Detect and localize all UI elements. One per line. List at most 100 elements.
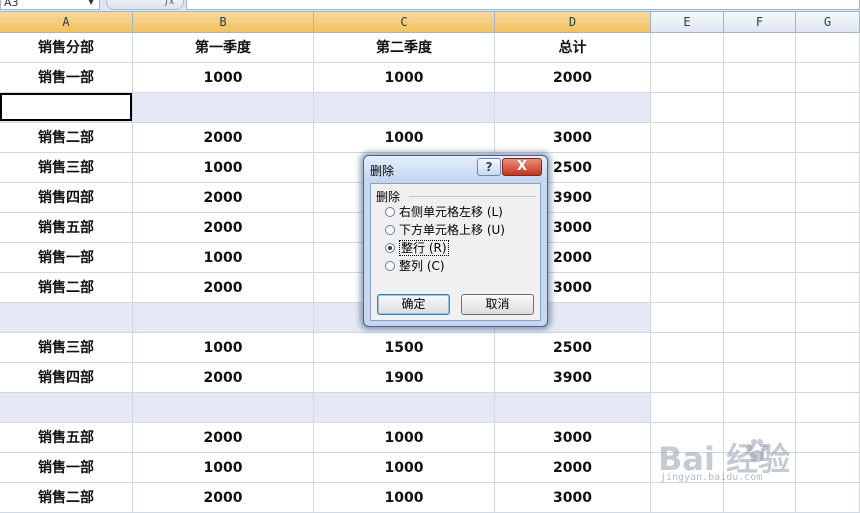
radio-entire-row[interactable] bbox=[385, 243, 395, 253]
name-box[interactable]: A3 bbox=[0, 0, 100, 10]
cell-d13[interactable] bbox=[495, 393, 651, 423]
cell-a9[interactable]: 销售二部 bbox=[0, 273, 133, 303]
cell-d4[interactable]: 3000 bbox=[495, 123, 651, 153]
cell-g7[interactable] bbox=[796, 213, 860, 243]
cell-c14[interactable]: 1000 bbox=[314, 423, 495, 453]
cell-g15[interactable] bbox=[796, 453, 860, 483]
cell-g12[interactable] bbox=[796, 363, 860, 393]
cell-f13[interactable] bbox=[724, 393, 796, 423]
cell-g6[interactable] bbox=[796, 183, 860, 213]
column-header-b[interactable]: B bbox=[133, 12, 314, 32]
cell-g1[interactable] bbox=[796, 33, 860, 63]
cell-c2[interactable]: 1000 bbox=[314, 63, 495, 93]
cell-e11[interactable] bbox=[651, 333, 724, 363]
cell-d2[interactable]: 2000 bbox=[495, 63, 651, 93]
ok-button[interactable]: 确定 bbox=[377, 294, 450, 315]
cell-a8[interactable]: 销售一部 bbox=[0, 243, 133, 273]
cell-a16[interactable]: 销售二部 bbox=[0, 483, 133, 513]
cell-f8[interactable] bbox=[724, 243, 796, 273]
cell-e8[interactable] bbox=[651, 243, 724, 273]
cell-a6[interactable]: 销售四部 bbox=[0, 183, 133, 213]
cell-b8[interactable]: 1000 bbox=[133, 243, 314, 273]
cell-b10[interactable] bbox=[133, 303, 314, 333]
cell-b11[interactable]: 1000 bbox=[133, 333, 314, 363]
help-button[interactable]: ? bbox=[477, 158, 501, 176]
cell-b14[interactable]: 2000 bbox=[133, 423, 314, 453]
cell-a14[interactable]: 销售五部 bbox=[0, 423, 133, 453]
cell-g5[interactable] bbox=[796, 153, 860, 183]
cell-b1[interactable]: 第一季度 bbox=[133, 33, 314, 63]
cell-f15[interactable] bbox=[724, 453, 796, 483]
cell-d14[interactable]: 3000 bbox=[495, 423, 651, 453]
cell-b3[interactable] bbox=[133, 93, 314, 123]
option-shift-left[interactable]: 右侧单元格左移 (L) bbox=[385, 203, 503, 221]
cell-b7[interactable]: 2000 bbox=[133, 213, 314, 243]
cell-g8[interactable] bbox=[796, 243, 860, 273]
cell-c13[interactable] bbox=[314, 393, 495, 423]
formula-input[interactable] bbox=[186, 0, 860, 10]
cell-b16[interactable]: 2000 bbox=[133, 483, 314, 513]
cell-f16[interactable] bbox=[724, 483, 796, 513]
cell-d15[interactable]: 2000 bbox=[495, 453, 651, 483]
cell-f14[interactable] bbox=[724, 423, 796, 453]
dialog-titlebar[interactable]: 删除 ? X bbox=[364, 156, 547, 182]
cell-e3[interactable] bbox=[651, 93, 724, 123]
cell-d16[interactable]: 3000 bbox=[495, 483, 651, 513]
cell-e6[interactable] bbox=[651, 183, 724, 213]
cell-e1[interactable] bbox=[651, 33, 724, 63]
cell-e12[interactable] bbox=[651, 363, 724, 393]
cell-f4[interactable] bbox=[724, 123, 796, 153]
cell-f6[interactable] bbox=[724, 183, 796, 213]
cell-c11[interactable]: 1500 bbox=[314, 333, 495, 363]
cell-g14[interactable] bbox=[796, 423, 860, 453]
cell-f7[interactable] bbox=[724, 213, 796, 243]
column-header-g[interactable]: G bbox=[796, 12, 860, 32]
cell-c4[interactable]: 1000 bbox=[314, 123, 495, 153]
cell-e16[interactable] bbox=[651, 483, 724, 513]
cell-e9[interactable] bbox=[651, 273, 724, 303]
cell-d3[interactable] bbox=[495, 93, 651, 123]
cell-e14[interactable] bbox=[651, 423, 724, 453]
close-button[interactable]: X bbox=[502, 158, 542, 176]
column-header-f[interactable]: F bbox=[724, 12, 796, 32]
cell-c12[interactable]: 1900 bbox=[314, 363, 495, 393]
cell-e13[interactable] bbox=[651, 393, 724, 423]
cell-g4[interactable] bbox=[796, 123, 860, 153]
cell-f2[interactable] bbox=[724, 63, 796, 93]
cell-e2[interactable] bbox=[651, 63, 724, 93]
cell-a1[interactable]: 销售分部 bbox=[0, 33, 133, 63]
cell-a15[interactable]: 销售一部 bbox=[0, 453, 133, 483]
cell-d1[interactable]: 总计 bbox=[495, 33, 651, 63]
cell-b2[interactable]: 1000 bbox=[133, 63, 314, 93]
option-entire-column[interactable]: 整列 (C) bbox=[385, 257, 445, 275]
function-icon[interactable]: fx bbox=[165, 0, 174, 7]
cell-c16[interactable]: 1000 bbox=[314, 483, 495, 513]
active-cell-a3[interactable] bbox=[0, 93, 132, 121]
column-header-e[interactable]: E bbox=[651, 12, 724, 32]
cell-b12[interactable]: 2000 bbox=[133, 363, 314, 393]
column-header-c[interactable]: C bbox=[314, 12, 495, 32]
cell-g16[interactable] bbox=[796, 483, 860, 513]
option-shift-up[interactable]: 下方单元格上移 (U) bbox=[385, 221, 505, 239]
cell-g13[interactable] bbox=[796, 393, 860, 423]
cell-e15[interactable] bbox=[651, 453, 724, 483]
cell-e10[interactable] bbox=[651, 303, 724, 333]
cell-b6[interactable]: 2000 bbox=[133, 183, 314, 213]
cell-a5[interactable]: 销售三部 bbox=[0, 153, 133, 183]
name-box-dropdown-icon[interactable]: ▼ bbox=[88, 0, 94, 6]
cell-f3[interactable] bbox=[724, 93, 796, 123]
column-header-a[interactable]: A bbox=[0, 12, 133, 32]
cell-b4[interactable]: 2000 bbox=[133, 123, 314, 153]
cell-f9[interactable] bbox=[724, 273, 796, 303]
cell-b15[interactable]: 1000 bbox=[133, 453, 314, 483]
cell-a4[interactable]: 销售二部 bbox=[0, 123, 133, 153]
cell-d11[interactable]: 2500 bbox=[495, 333, 651, 363]
cell-a13[interactable] bbox=[0, 393, 133, 423]
cell-f10[interactable] bbox=[724, 303, 796, 333]
cell-a11[interactable]: 销售三部 bbox=[0, 333, 133, 363]
cell-a12[interactable]: 销售四部 bbox=[0, 363, 133, 393]
cell-g2[interactable] bbox=[796, 63, 860, 93]
cell-b9[interactable]: 2000 bbox=[133, 273, 314, 303]
cell-g11[interactable] bbox=[796, 333, 860, 363]
cell-a10[interactable] bbox=[0, 303, 133, 333]
